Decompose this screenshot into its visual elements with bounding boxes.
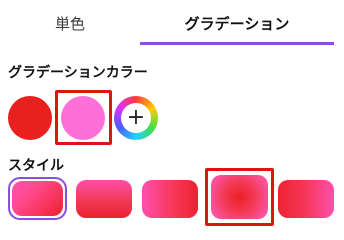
tab-solid-color[interactable]: 単色 bbox=[0, 0, 140, 46]
style-tile-diagonal[interactable] bbox=[12, 181, 63, 216]
style-tile-vertical[interactable] bbox=[76, 180, 132, 218]
color-swatch-pink[interactable] bbox=[61, 96, 105, 140]
color-swatch-red[interactable] bbox=[8, 96, 52, 140]
tab-gradient[interactable]: グラデーション bbox=[140, 0, 334, 46]
add-color-button[interactable]: + bbox=[114, 96, 158, 140]
active-tab-indicator bbox=[140, 42, 334, 45]
style-tile-horizontal[interactable] bbox=[142, 180, 198, 218]
gradient-color-title: グラデーションカラー bbox=[8, 65, 148, 81]
style-tile-radial[interactable] bbox=[211, 175, 268, 219]
style-tile-horizontal-reverse[interactable] bbox=[278, 180, 334, 218]
style-title: スタイル bbox=[8, 158, 64, 174]
tab-bar: 単色 グラデーション bbox=[0, 0, 344, 46]
plus-icon: + bbox=[126, 105, 146, 130]
add-color-inner: + bbox=[121, 103, 151, 133]
